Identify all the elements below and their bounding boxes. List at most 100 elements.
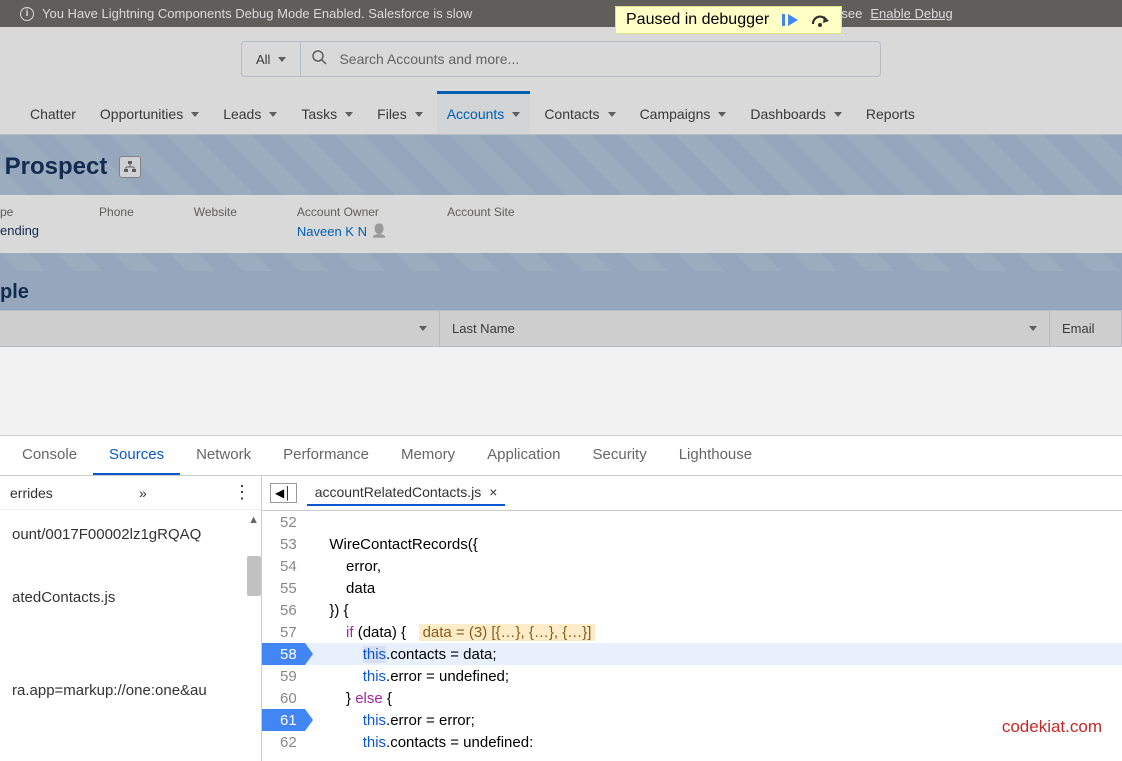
chevron-down-icon[interactable]	[834, 112, 842, 117]
line-number[interactable]: 55	[262, 577, 305, 599]
code-line[interactable]: data	[305, 577, 1122, 599]
nav-tab-opportunities[interactable]: Opportunities	[90, 91, 209, 134]
chevron-right-icon[interactable]: »	[139, 485, 147, 501]
nav-tab-dashboards[interactable]: Dashboards	[740, 91, 852, 134]
detail-field: Account OwnerNaveen K N👤	[297, 205, 387, 239]
related-table-header: Last Name Email	[0, 310, 1122, 347]
line-number[interactable]: 62	[262, 731, 305, 753]
scroll-up-arrow[interactable]: ▲	[248, 514, 259, 526]
devtools-tab-lighthouse[interactable]: Lighthouse	[663, 436, 768, 475]
line-number[interactable]: 54	[262, 555, 305, 577]
nav-tab-label: Contacts	[544, 106, 599, 122]
detail-label: Website	[194, 205, 237, 219]
line-number[interactable]: 53	[262, 533, 305, 555]
chevron-down-icon[interactable]	[269, 112, 277, 117]
line-number[interactable]: 60	[262, 687, 305, 709]
record-title: t Prospect	[0, 153, 107, 181]
code-line[interactable]: this.error = undefined;	[305, 665, 1122, 687]
debugger-paused-overlay: Paused in debugger	[615, 6, 842, 34]
devtools-panel: ConsoleSourcesNetworkPerformanceMemoryAp…	[0, 435, 1122, 761]
line-number[interactable]: 61	[262, 709, 305, 731]
nav-tab-campaigns[interactable]: Campaigns	[630, 91, 737, 134]
chevron-down-icon[interactable]	[415, 112, 423, 117]
nav-tab-contacts[interactable]: Contacts	[534, 91, 625, 134]
chevron-down-icon[interactable]	[345, 112, 353, 117]
more-icon[interactable]: ⋮	[233, 482, 251, 503]
info-icon: i	[20, 7, 34, 21]
enable-debug-link[interactable]: Enable Debug	[870, 6, 952, 21]
nav-tab-leads[interactable]: Leads	[213, 91, 287, 134]
code-line[interactable]: this.contacts = undefined:	[305, 731, 1122, 753]
devtools-tab-performance[interactable]: Performance	[267, 436, 385, 475]
sources-sidebar: errides » ⋮ ▲ ount/0017F00002lz1gRQAQ ate…	[0, 476, 262, 761]
column-header-email[interactable]: Email	[1050, 311, 1122, 346]
code-line[interactable]: if (data) { data = (3) [{…}, {…}, {…}]	[305, 621, 1122, 643]
code-editor[interactable]: 5253545556575859606162 WireContactRecord…	[262, 511, 1122, 761]
search-input[interactable]	[327, 51, 880, 67]
column-header-lastname[interactable]: Last Name	[440, 311, 1050, 346]
nav-tab-reports[interactable]: Reports	[856, 91, 925, 134]
line-number[interactable]: 57	[262, 621, 305, 643]
devtools-tab-memory[interactable]: Memory	[385, 436, 471, 475]
search-scope-dropdown[interactable]: All	[242, 42, 301, 76]
watermark: codekiat.com	[1002, 717, 1102, 737]
line-number[interactable]: 58	[262, 643, 305, 665]
code-line[interactable]: WireContactRecords({	[305, 533, 1122, 555]
line-number[interactable]: 52	[262, 511, 305, 533]
nav-tab-files[interactable]: Files	[367, 91, 433, 134]
nav-tab-label: Leads	[223, 106, 261, 122]
step-over-icon[interactable]	[811, 12, 831, 28]
nav-tab-label: Tasks	[301, 106, 337, 122]
code-line[interactable]: this.contacts = data;	[305, 643, 1122, 665]
debugger-paused-label: Paused in debugger	[626, 11, 769, 29]
nav-tab-tasks[interactable]: Tasks	[291, 91, 363, 134]
nav-tab-label: Opportunities	[100, 106, 183, 122]
detail-field: Website	[194, 205, 237, 239]
nav-tab-label: Dashboards	[750, 106, 826, 122]
line-number[interactable]: 59	[262, 665, 305, 687]
sidebar-file-item[interactable]: ount/0017F00002lz1gRQAQ	[0, 518, 261, 551]
chevron-down-icon[interactable]	[718, 112, 726, 117]
scrollbar-thumb[interactable]	[247, 556, 261, 596]
code-line[interactable]: } else {	[305, 687, 1122, 709]
devtools-tab-security[interactable]: Security	[577, 436, 663, 475]
sidebar-file-item[interactable]: atedContacts.js	[0, 581, 261, 614]
devtools-tab-sources[interactable]: Sources	[93, 436, 180, 475]
code-line[interactable]: }) {	[305, 599, 1122, 621]
sidebar-file-item[interactable]: ra.app=markup://one:one&au	[0, 674, 261, 707]
detail-field: Phone	[99, 205, 134, 239]
nav-tab-label: Accounts	[447, 106, 505, 122]
global-search: All	[241, 41, 881, 77]
detail-label: Phone	[99, 205, 134, 219]
chevron-down-icon[interactable]	[512, 112, 520, 117]
chevron-down-icon[interactable]	[191, 112, 199, 117]
nav-tab-label: Reports	[866, 106, 915, 122]
detail-field: Account Site	[447, 205, 514, 239]
nav-tab-label: Chatter	[30, 106, 76, 122]
chevron-down-icon	[278, 57, 286, 62]
nav-tab-accounts[interactable]: Accounts	[437, 91, 531, 134]
record-detail-row: peendingPhoneWebsiteAccount OwnerNaveen …	[0, 195, 1122, 253]
sidebar-header: errides	[10, 485, 53, 501]
object-nav-tabs: Chatter Opportunities Leads Tasks Files Accou…	[0, 91, 1122, 135]
devtools-tab-console[interactable]: Console	[6, 436, 93, 475]
code-line[interactable]	[305, 511, 1122, 533]
devtools-tab-network[interactable]: Network	[180, 436, 267, 475]
resume-icon[interactable]	[781, 12, 799, 28]
file-tab[interactable]: accountRelatedContacts.js ×	[307, 480, 506, 506]
nav-tab-label: Files	[377, 106, 407, 122]
close-icon[interactable]: ×	[489, 484, 497, 500]
nav-tab-label: Campaigns	[640, 106, 711, 122]
chevron-down-icon[interactable]	[608, 112, 616, 117]
detail-label: Account Site	[447, 205, 514, 219]
hierarchy-icon[interactable]	[119, 156, 141, 178]
toggle-navigator-icon[interactable]: ◀│	[270, 483, 297, 503]
search-scope-label: All	[256, 52, 270, 67]
devtools-tab-application[interactable]: Application	[471, 436, 576, 475]
column-header-first[interactable]	[0, 311, 440, 346]
nav-tab-chatter[interactable]: Chatter	[20, 91, 86, 134]
detail-value[interactable]: Naveen K N👤	[297, 223, 387, 239]
code-line[interactable]: error,	[305, 555, 1122, 577]
code-line[interactable]: this.error = error;	[305, 709, 1122, 731]
line-number[interactable]: 56	[262, 599, 305, 621]
